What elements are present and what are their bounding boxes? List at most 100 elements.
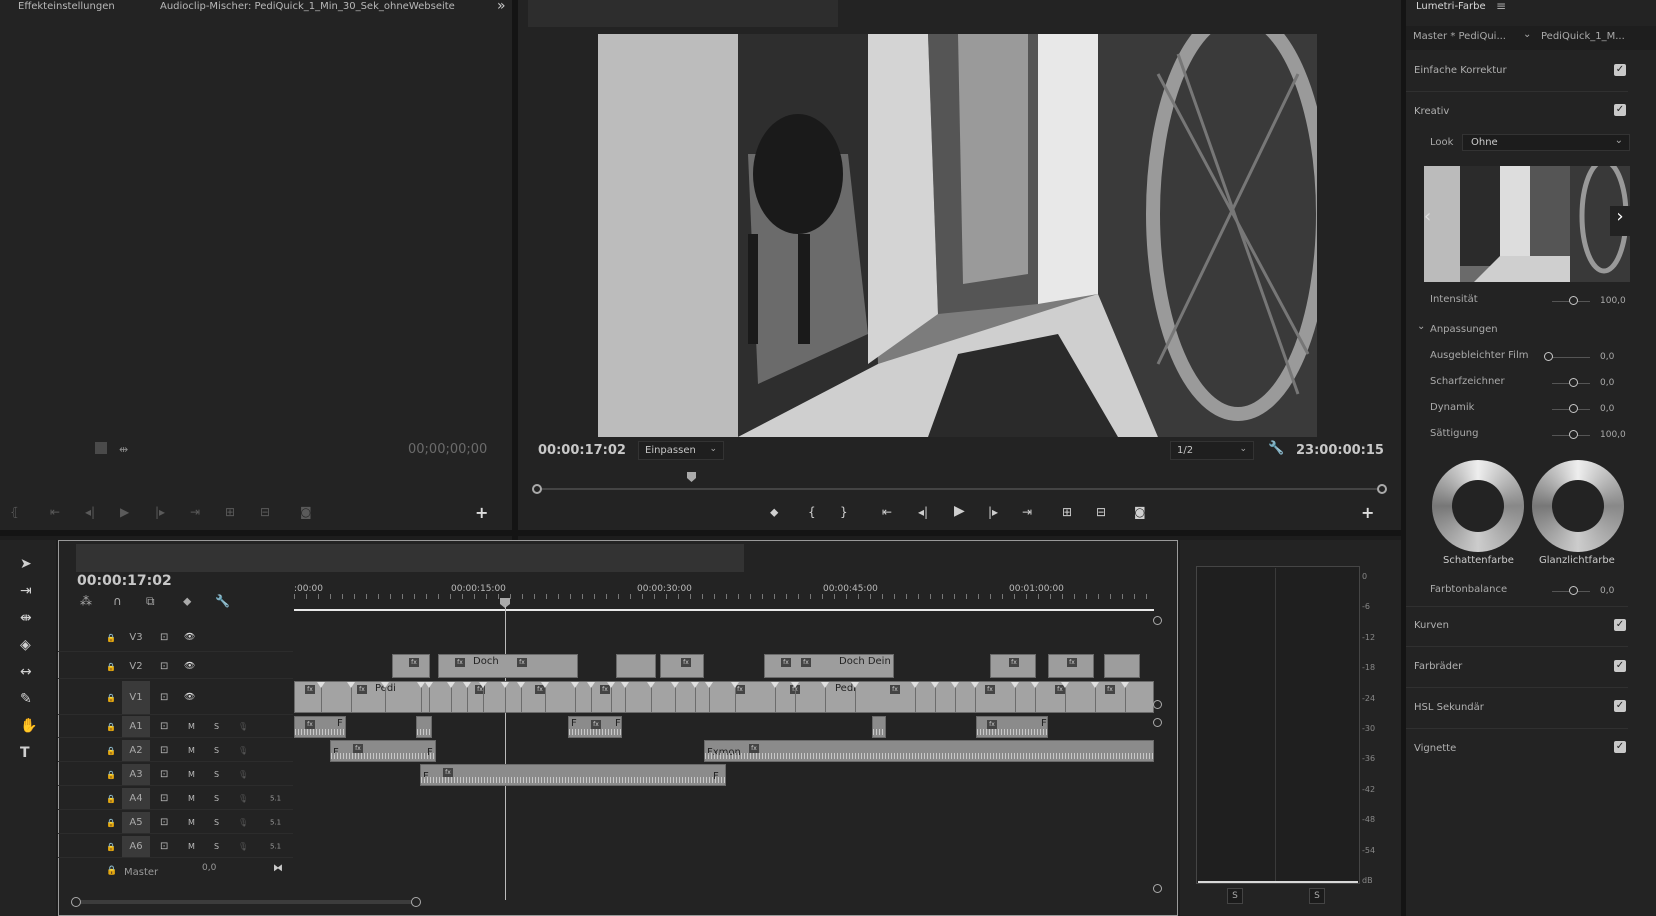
step-back-icon[interactable]: ◂| [918,505,928,519]
go-to-in-icon[interactable]: ⇤ [50,505,60,519]
master-clip-label[interactable]: Master * PediQui... [1413,31,1506,42]
audio-clip[interactable]: Fxmon fx [704,740,1154,762]
program-current-time[interactable]: 00:00:17:02 [538,443,626,458]
lock-icon[interactable]: 🔒 [106,633,116,642]
tab-audio-clip-mixer[interactable]: Audioclip-Mischer: PediQuick_1_Min_30_Se… [160,1,455,12]
section-curves[interactable]: Kurven [1414,620,1628,631]
timeline-settings-icon[interactable]: 🔧 [215,594,230,608]
lock-icon[interactable]: 🔒 [106,662,116,671]
section-hsl-secondary[interactable]: HSL Sekundär [1414,702,1628,713]
go-to-out-icon[interactable]: ⇥ [1022,505,1032,519]
overwrite-icon[interactable]: ⊟ [260,505,270,519]
camera-icon[interactable]: ◙ [1134,505,1146,519]
mute-button[interactable]: M [188,746,195,755]
sharpen-knob[interactable] [1569,378,1578,387]
solo-button[interactable]: S [214,818,219,827]
lock-icon[interactable]: 🔒 [106,818,116,827]
shadow-color-wheel[interactable] [1432,460,1524,552]
razor-tool-icon[interactable]: ◈ [20,637,31,653]
audio-scroll-bottom[interactable] [1153,884,1162,893]
sequence-clip-label[interactable]: PediQuick_1_M... [1541,31,1625,42]
look-dropdown[interactable]: Ohne ⌄ [1462,134,1630,151]
extract-icon[interactable]: ⊟ [1096,505,1106,519]
audio-clip[interactable] [416,716,432,738]
chevron-down-icon[interactable]: ⌄ [1417,321,1425,332]
video-clip[interactable] [1104,654,1140,678]
step-back-icon[interactable]: ◂| [85,505,95,519]
track-label[interactable]: V2 [122,655,150,678]
go-to-out-icon[interactable]: ⇥ [190,505,200,519]
next-look-icon[interactable]: › [1610,206,1630,236]
sequence-tab[interactable] [76,544,744,572]
solo-button[interactable]: S [214,746,219,755]
solo-button[interactable]: S [214,842,219,851]
video-clip[interactable]: fx [392,654,430,678]
faded-film-value[interactable]: 0,0 [1600,352,1614,362]
mark-out-icon[interactable]: } [840,505,848,519]
lock-icon[interactable]: 🔒 [106,770,116,779]
step-forward-icon[interactable]: |▸ [988,505,998,519]
sync-lock-icon[interactable]: ⊡ [160,816,168,827]
video-clip[interactable]: fx [660,654,704,678]
resolution-dropdown[interactable]: 1/2 ⌄ [1170,441,1254,460]
tint-balance-knob[interactable] [1569,586,1578,595]
horizontal-scroll-right[interactable] [411,897,421,907]
master-end-icon[interactable]: ⧓ [273,863,283,874]
voiceover-record-icon[interactable]: 🎙 [238,746,248,755]
audio-clip[interactable]: F fx F [330,740,436,762]
chevron-down-icon[interactable]: ⌄ [1523,29,1531,40]
video-clip[interactable]: fx fx Doch Dein [764,654,894,678]
section-color-wheels[interactable]: Farbräder [1414,661,1628,672]
slip-tool-icon[interactable]: ↔ [20,664,32,680]
lock-icon[interactable]: 🔒 [106,746,116,755]
add-button-icon[interactable]: + [475,503,488,522]
insert-icon[interactable]: ⊞ [225,505,235,519]
lock-icon[interactable]: 🔒 [106,842,116,851]
track-label[interactable]: A4 [122,788,150,809]
track-label[interactable]: A2 [122,740,150,761]
solo-button[interactable]: S [214,794,219,803]
camera-icon[interactable]: ◙ [300,505,312,519]
toggle-output-icon[interactable]: ⊡ [160,660,168,671]
audio-clip[interactable]: fx F [294,716,346,738]
hand-tool-icon[interactable]: ✋ [20,718,37,734]
vignette-checkbox[interactable]: ✓ [1614,741,1626,753]
mute-button[interactable]: M [188,770,195,779]
vibrance-knob[interactable] [1569,404,1578,413]
eye-icon[interactable]: 👁 [184,632,195,642]
track-label[interactable]: A6 [122,836,150,857]
audio-clip[interactable] [872,716,886,738]
lock-icon[interactable]: 🔒 [106,693,116,702]
curves-checkbox[interactable]: ✓ [1614,619,1626,631]
eye-icon[interactable]: 👁 [184,692,195,702]
track-label[interactable]: A3 [122,764,150,785]
color-wheels-checkbox[interactable]: ✓ [1614,660,1626,672]
tint-balance-value[interactable]: 0,0 [1600,586,1614,596]
tab-effect-settings[interactable]: Effekteinstellungen [18,1,115,12]
add-button-icon[interactable]: + [1361,503,1374,522]
vibrance-value[interactable]: 0,0 [1600,404,1614,414]
meter-solo-right[interactable]: S [1309,888,1325,904]
audio-clip[interactable]: fx F [976,716,1048,738]
sync-lock-icon[interactable]: ⊡ [160,792,168,803]
sync-lock-icon[interactable]: ⊡ [160,840,168,851]
eye-icon[interactable]: 👁 [184,661,195,671]
audio-clip[interactable]: F fx F [420,764,726,786]
hsl-secondary-checkbox[interactable]: ✓ [1614,700,1626,712]
mark-in-icon[interactable]: { [808,505,816,519]
linked-selection-icon[interactable]: ⧉ [146,594,155,609]
video-clip[interactable]: fx Doch fx [438,654,578,678]
play-icon[interactable]: ▶ [120,505,129,519]
section-creative[interactable]: Kreativ [1414,106,1628,117]
highlight-color-wheel[interactable] [1532,460,1624,552]
mute-button[interactable]: M [188,818,195,827]
lift-icon[interactable]: ⊞ [1062,505,1072,519]
section-vignette[interactable]: Vignette [1414,743,1628,754]
sync-lock-icon[interactable]: ⊡ [160,720,168,731]
vertical-scroll-bottom[interactable] [1153,700,1162,709]
voiceover-record-icon[interactable]: 🎙 [238,770,248,779]
timeline-timecode[interactable]: 00:00:17:02 [77,573,172,589]
pen-tool-icon[interactable]: ✎ [20,691,32,707]
voiceover-record-icon[interactable]: 🎙 [238,794,248,803]
saturation-value[interactable]: 100,0 [1600,430,1626,440]
